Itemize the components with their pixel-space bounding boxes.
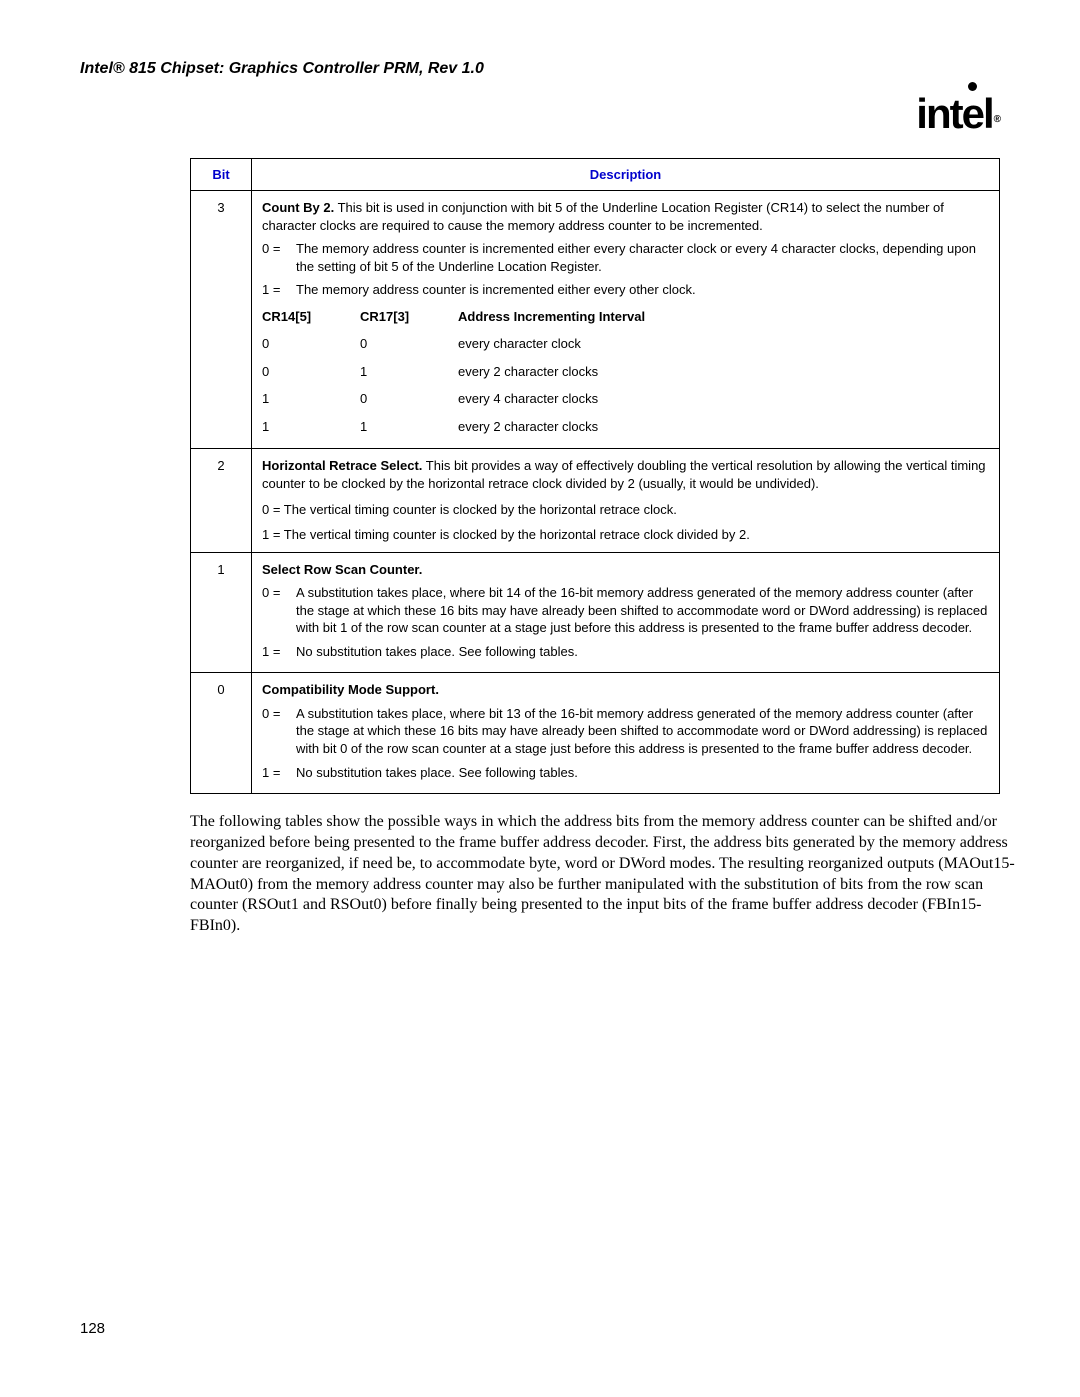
row3-opt1-key: 1 = bbox=[262, 281, 296, 299]
row1-opt1-val: No substitution takes place. See followi… bbox=[296, 643, 989, 661]
row3-opt1-val: The memory address counter is incremente… bbox=[296, 281, 989, 299]
row1-opt0-val: A substitution takes place, where bit 14… bbox=[296, 584, 989, 637]
row0-opt1-val: No substitution takes place. See followi… bbox=[296, 764, 989, 782]
subr2-a: 1 bbox=[262, 385, 360, 413]
logo-text-l: l bbox=[983, 90, 993, 137]
logo-text-int: int bbox=[916, 90, 961, 137]
subr1-c: every 2 character clocks bbox=[458, 358, 989, 386]
bit-description-table: Bit Description 3 Count By 2. This bit i… bbox=[190, 158, 1000, 794]
following-paragraph: The following tables show the possible w… bbox=[190, 812, 1020, 937]
row3-title-bold: Count By 2. bbox=[262, 200, 334, 215]
subhdr-b: CR17[3] bbox=[360, 303, 458, 331]
row2-title-bold: Horizontal Retrace Select. bbox=[262, 458, 422, 473]
subr2-b: 0 bbox=[360, 385, 458, 413]
subr0-a: 0 bbox=[262, 330, 360, 358]
row3-subtable: CR14[5] CR17[3] Address Incrementing Int… bbox=[262, 303, 989, 441]
row0-title-bold: Compatibility Mode Support. bbox=[262, 681, 989, 699]
col-header-desc: Description bbox=[252, 159, 1000, 191]
intel-logo: intel® bbox=[916, 90, 998, 138]
subr0-b: 0 bbox=[360, 330, 458, 358]
subr2-c: every 4 character clocks bbox=[458, 385, 989, 413]
desc-cell-3: Count By 2. This bit is used in conjunct… bbox=[252, 191, 1000, 449]
row1-opt0-key: 0 = bbox=[262, 584, 296, 637]
row1-title-bold: Select Row Scan Counter. bbox=[262, 561, 989, 579]
row0-opt0-key: 0 = bbox=[262, 705, 296, 758]
subr3-c: every 2 character clocks bbox=[458, 413, 989, 441]
row3-opt0-key: 0 = bbox=[262, 240, 296, 275]
row3-title-rest: This bit is used in conjunction with bit… bbox=[262, 200, 944, 233]
row0-opt0-val: A substitution takes place, where bit 13… bbox=[296, 705, 989, 758]
bit-cell-0: 0 bbox=[191, 673, 252, 794]
page-number: 128 bbox=[80, 1320, 105, 1337]
subhdr-c: Address Incrementing Interval bbox=[458, 303, 989, 331]
row0-opt1-key: 1 = bbox=[262, 764, 296, 782]
logo-dot-icon bbox=[968, 82, 977, 91]
row2-line0: 0 = The vertical timing counter is clock… bbox=[262, 501, 989, 519]
subhdr-a: CR14[5] bbox=[262, 303, 360, 331]
desc-cell-1: Select Row Scan Counter. 0 = A substitut… bbox=[252, 552, 1000, 673]
bit-cell-3: 3 bbox=[191, 191, 252, 449]
row1-opt1-key: 1 = bbox=[262, 643, 296, 661]
col-header-bit: Bit bbox=[191, 159, 252, 191]
row2-line1: 1 = The vertical timing counter is clock… bbox=[262, 526, 989, 544]
subr1-b: 1 bbox=[360, 358, 458, 386]
subr0-c: every character clock bbox=[458, 330, 989, 358]
bit-cell-1: 1 bbox=[191, 552, 252, 673]
desc-cell-2: Horizontal Retrace Select. This bit prov… bbox=[252, 449, 1000, 552]
subr3-b: 1 bbox=[360, 413, 458, 441]
bit-cell-2: 2 bbox=[191, 449, 252, 552]
subr1-a: 0 bbox=[262, 358, 360, 386]
doc-header: Intel® 815 Chipset: Graphics Controller … bbox=[80, 60, 1000, 78]
subr3-a: 1 bbox=[262, 413, 360, 441]
logo-text-e: e bbox=[962, 90, 983, 137]
logo-registered: ® bbox=[994, 114, 999, 125]
row3-opt0-val: The memory address counter is incremente… bbox=[296, 240, 989, 275]
desc-cell-0: Compatibility Mode Support. 0 = A substi… bbox=[252, 673, 1000, 794]
